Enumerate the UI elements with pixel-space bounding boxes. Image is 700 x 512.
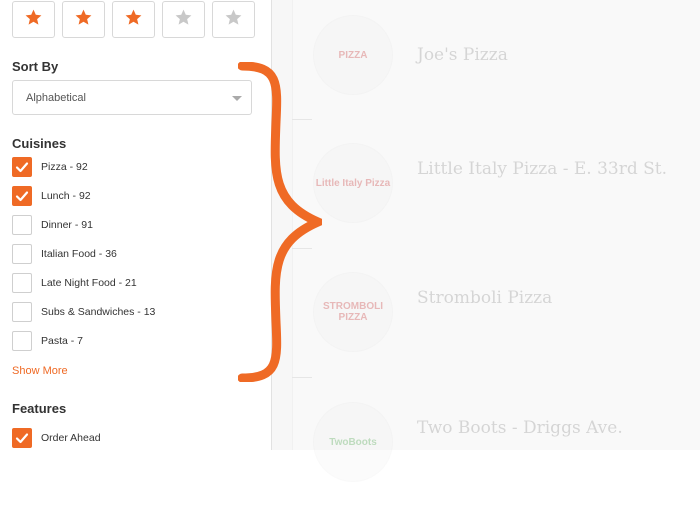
restaurant-logo: STROMBOLI PIZZA xyxy=(313,272,393,352)
divider xyxy=(292,248,312,249)
sort-select[interactable]: Alphabetical xyxy=(12,80,252,115)
result-item[interactable]: STROMBOLI PIZZA Stromboli Pizza xyxy=(313,272,700,382)
result-item[interactable]: PIZZA Joe's Pizza xyxy=(313,15,700,125)
checkbox[interactable] xyxy=(12,428,32,448)
restaurant-name[interactable]: Stromboli Pizza xyxy=(417,288,552,308)
logo-text: Little Italy Pizza xyxy=(315,177,391,189)
show-more-link[interactable]: Show More xyxy=(12,365,68,377)
result-item[interactable]: Little Italy Pizza Little Italy Pizza - … xyxy=(313,143,700,253)
features-filter-row[interactable]: Order Ahead xyxy=(12,428,101,448)
checkbox[interactable] xyxy=(12,302,32,322)
checkmark-icon xyxy=(15,160,29,174)
chevron-down-icon xyxy=(232,96,242,101)
cuisines-filter-row[interactable]: Subs & Sandwiches - 13 xyxy=(12,302,155,322)
star-icon xyxy=(174,8,193,32)
divider xyxy=(292,119,312,120)
checkbox-label: Order Ahead xyxy=(41,432,101,444)
result-item[interactable]: TwoBoots Two Boots - Driggs Ave. xyxy=(313,402,700,512)
rating-star-2-button[interactable] xyxy=(62,1,105,38)
divider xyxy=(292,377,312,378)
rating-star-3-button[interactable] xyxy=(112,1,155,38)
star-icon xyxy=(74,8,93,32)
checkbox-label: Late Night Food - 21 xyxy=(41,277,137,289)
cuisines-filter-row[interactable]: Lunch - 92 xyxy=(12,186,91,206)
checkbox-label: Pizza - 92 xyxy=(41,161,88,173)
checkmark-icon xyxy=(15,189,29,203)
filter-sidebar: Sort By Alphabetical Cuisines Pizza - 92… xyxy=(0,0,272,450)
restaurant-name[interactable]: Little Italy Pizza - E. 33rd St. xyxy=(417,159,667,179)
star-icon xyxy=(124,8,143,32)
checkbox-label: Dinner - 91 xyxy=(41,219,93,231)
cuisines-filter-row[interactable]: Late Night Food - 21 xyxy=(12,273,137,293)
star-icon xyxy=(24,8,43,32)
restaurant-logo: TwoBoots xyxy=(313,402,393,482)
rating-filter xyxy=(12,0,255,38)
logo-text: TwoBoots xyxy=(329,436,377,448)
logo-text: PIZZA xyxy=(338,49,368,61)
star-icon xyxy=(224,8,243,32)
restaurant-name[interactable]: Two Boots - Driggs Ave. xyxy=(417,418,623,438)
checkbox-label: Subs & Sandwiches - 13 xyxy=(41,306,156,318)
checkbox[interactable] xyxy=(12,273,32,293)
restaurant-name[interactable]: Joe's Pizza xyxy=(417,45,508,65)
checkbox[interactable] xyxy=(12,157,32,177)
checkmark-icon xyxy=(15,431,29,445)
rating-star-1-button[interactable] xyxy=(12,1,55,38)
checkbox-label: Lunch - 92 xyxy=(41,190,91,202)
checkbox[interactable] xyxy=(12,331,32,351)
checkbox[interactable] xyxy=(12,244,32,264)
logo-text: STROMBOLI PIZZA xyxy=(323,301,383,323)
features-heading: Features xyxy=(12,401,67,416)
checkbox-label: Pasta - 7 xyxy=(41,335,84,347)
cuisines-heading: Cuisines xyxy=(12,136,67,151)
cuisines-filter-row[interactable]: Italian Food - 36 xyxy=(12,244,117,264)
cuisines-filter-row[interactable]: Pasta - 7 xyxy=(12,331,83,351)
sort-by-heading: Sort By xyxy=(12,59,59,74)
results-list: PIZZA Joe's Pizza Little Italy Pizza Lit… xyxy=(292,0,700,482)
cuisines-filter-row[interactable]: Dinner - 91 xyxy=(12,215,93,235)
checkbox[interactable] xyxy=(12,186,32,206)
checkbox[interactable] xyxy=(12,215,32,235)
restaurant-logo: Little Italy Pizza xyxy=(313,143,393,223)
cuisines-filter-row[interactable]: Pizza - 92 xyxy=(12,157,88,177)
restaurant-logo: PIZZA xyxy=(313,15,393,95)
rating-star-5-button[interactable] xyxy=(212,1,255,38)
rating-star-4-button[interactable] xyxy=(162,1,205,38)
checkbox-label: Italian Food - 36 xyxy=(41,248,117,260)
sort-selected-value: Alphabetical xyxy=(26,91,86,104)
